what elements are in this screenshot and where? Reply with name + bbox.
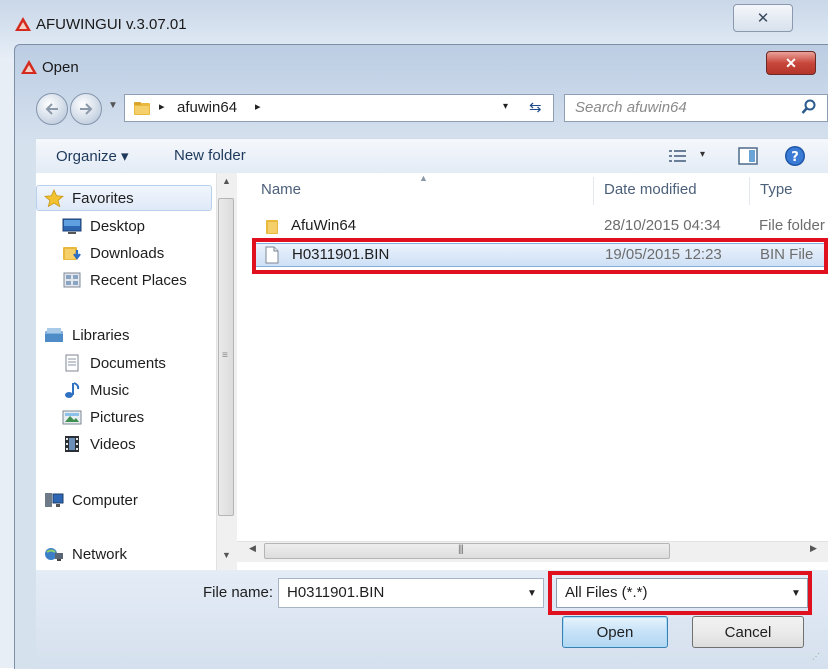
nav-item-label: Videos [90,435,136,453]
scroll-right-icon[interactable]: ▶ [810,543,817,554]
svg-text:?: ? [791,150,799,165]
navigation-pane: Favorites Desktop Downloads Recent Place… [36,173,237,570]
file-name-label: File name: [203,584,274,601]
open-button[interactable]: Open [562,616,668,648]
recent-places-icon [62,271,82,289]
nav-favorites-label: Favorites [72,189,134,207]
folder-icon [265,217,283,239]
app-close-button[interactable]: ✕ [733,4,793,32]
nav-computer[interactable]: Computer [44,491,138,509]
new-folder-button[interactable]: New folder [174,147,246,164]
file-type: File folder [759,217,825,234]
search-placeholder: Search afuwin64 [575,99,687,116]
nav-libraries-label: Libraries [72,326,130,344]
sort-caret-up-icon: ▲ [419,173,428,183]
preview-pane-icon[interactable] [738,147,758,169]
scroll-grip-icon: ≡ [222,350,228,361]
selected-file-highlight-box [252,238,828,274]
view-details-icon[interactable] [668,148,688,168]
nav-network[interactable]: Network [44,545,127,563]
organize-button[interactable]: Organize ▾ [56,147,129,165]
nav-item-videos[interactable]: Videos [62,435,136,453]
downloads-folder-icon [62,244,82,262]
computer-icon [44,491,64,509]
search-icon[interactable] [801,99,817,119]
refresh-icon[interactable]: ⇆ [529,98,542,116]
nav-item-label: Pictures [90,408,145,426]
column-header-name[interactable]: Name [261,181,301,198]
pictures-icon [62,408,82,426]
search-input[interactable]: Search afuwin64 [564,94,828,122]
arrow-right-icon [80,103,93,115]
nav-item-label: Desktop [90,217,146,235]
address-bar[interactable]: ▸ afuwin64 ▸ ▾ ⇆ [124,94,554,122]
resize-grip-icon[interactable]: ⋰ [812,652,820,661]
scroll-grip-icon: ||| [458,544,464,555]
dialog-logo-icon [20,59,38,79]
arrow-left-icon [45,103,58,115]
music-note-icon [62,381,82,399]
view-chevron-down-icon[interactable]: ▾ [700,149,705,160]
star-icon [43,189,65,208]
desktop-icon [62,217,82,235]
column-divider[interactable] [749,177,750,205]
close-icon: ✕ [785,54,797,71]
nav-item-documents[interactable]: Documents [62,354,166,372]
file-name-input[interactable]: H0311901.BIN ▼ [278,578,544,608]
forward-button[interactable] [70,93,102,125]
nav-item-label: Documents [90,354,166,372]
horizontal-scroll-thumb[interactable] [264,543,670,559]
file-row-afuwin64[interactable]: AfuWin64 28/10/2015 04:34 File folder [259,215,828,239]
libraries-icon [44,326,64,344]
folder-icon [133,100,151,120]
close-icon: ✕ [756,10,770,27]
breadcrumb-chevron-right-icon[interactable]: ▸ [159,100,165,113]
back-button[interactable] [36,93,68,125]
column-header-date-modified[interactable]: Date modified [604,181,697,198]
address-chevron-down-icon[interactable]: ▾ [503,101,508,112]
network-icon [44,545,64,563]
scroll-down-icon[interactable]: ▼ [222,550,231,560]
file-name: AfuWin64 [291,217,357,234]
documents-icon [62,354,82,372]
videos-film-icon [62,435,82,453]
breadcrumb-afuwin64[interactable]: afuwin64 [177,99,237,116]
dialog-title: Open [42,59,79,76]
file-list: ▲ Name Date modified Type AfuWin64 28/10… [237,173,828,570]
nav-item-music[interactable]: Music [62,381,129,399]
command-bar: Organize ▾ New folder ▾ ? [36,138,828,174]
nav-libraries[interactable]: Libraries [44,326,130,344]
scroll-up-icon[interactable]: ▲ [222,176,231,186]
nav-item-pictures[interactable]: Pictures [62,408,144,426]
column-divider[interactable] [593,177,594,205]
dialog-close-button[interactable]: ✕ [766,51,816,75]
help-icon[interactable]: ? [784,145,806,171]
scroll-left-icon[interactable]: ◀ [249,543,256,554]
afuwingui-logo-icon [14,16,32,36]
nav-item-desktop[interactable]: Desktop [62,217,145,235]
nav-computer-label: Computer [72,491,138,509]
nav-network-label: Network [72,545,128,563]
file-name-chevron-down-icon[interactable]: ▼ [527,588,537,599]
cancel-button[interactable]: Cancel [692,616,804,648]
breadcrumb-chevron-right-icon[interactable]: ▸ [255,100,261,113]
file-type-highlight-box [548,571,812,615]
nav-item-label: Music [90,381,130,399]
nav-item-recent-places[interactable]: Recent Places [62,271,187,289]
column-header-type[interactable]: Type [760,181,793,198]
app-window-title: AFUWINGUI v.3.07.01 [36,16,187,33]
file-date-modified: 28/10/2015 04:34 [604,217,721,234]
file-name-value: H0311901.BIN [287,584,385,601]
nav-item-label: Downloads [90,244,165,262]
nav-item-downloads[interactable]: Downloads [62,244,164,262]
nav-favorites[interactable]: Favorites [43,189,134,208]
nav-item-label: Recent Places [90,271,187,289]
recent-locations-chevron-down-icon[interactable]: ▼ [108,100,118,111]
